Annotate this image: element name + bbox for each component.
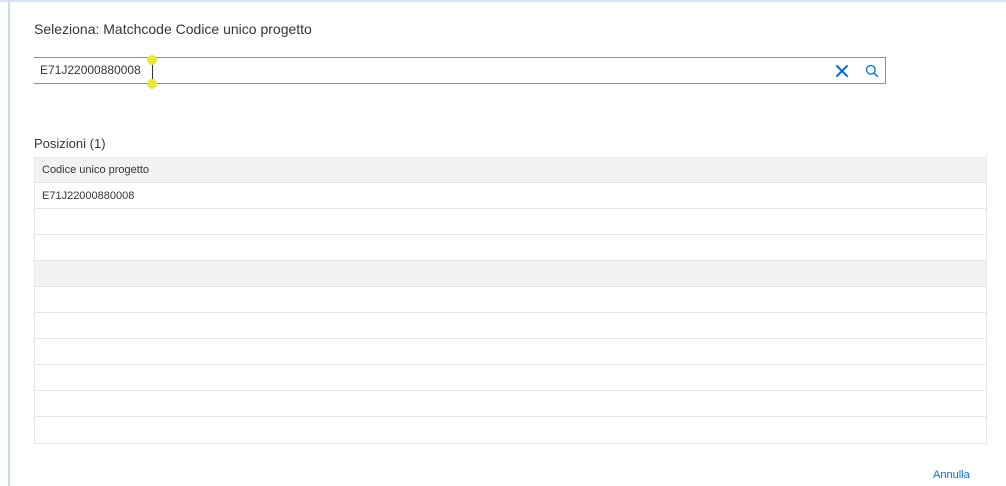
table-row-empty: [35, 417, 986, 443]
table-row-empty: [35, 365, 986, 391]
search-icon[interactable]: [865, 64, 879, 78]
cell-codice: E71J22000880008: [42, 190, 135, 202]
table-row-empty: [35, 235, 986, 261]
dialog-left-border: [8, 0, 10, 486]
dialog-top-border: [0, 0, 1006, 2]
search-field[interactable]: [34, 57, 886, 84]
positions-title: Posizioni (1): [34, 136, 106, 151]
close-icon[interactable]: [835, 64, 849, 78]
selection-handle-bottom[interactable]: [147, 79, 157, 89]
table-row-empty: [35, 209, 986, 235]
results-table: Codice unico progetto E71J22000880008: [34, 157, 987, 444]
value-help-dialog: Seleziona: Matchcode Codice unico proget…: [0, 0, 1006, 486]
table-row-empty: [35, 391, 986, 417]
table-row-empty: [35, 339, 986, 365]
cancel-button[interactable]: Annulla: [933, 469, 970, 481]
table-row[interactable]: E71J22000880008: [35, 183, 986, 209]
table-row-empty: [35, 261, 986, 287]
dialog-title: Seleziona: Matchcode Codice unico proget…: [34, 21, 312, 37]
table-row-empty: [35, 313, 986, 339]
selection-handle-top[interactable]: [147, 55, 157, 65]
search-input[interactable]: [40, 60, 820, 80]
table-row-empty: [35, 287, 986, 313]
table-header: Codice unico progetto: [35, 158, 986, 183]
column-header-codice[interactable]: Codice unico progetto: [42, 164, 149, 176]
